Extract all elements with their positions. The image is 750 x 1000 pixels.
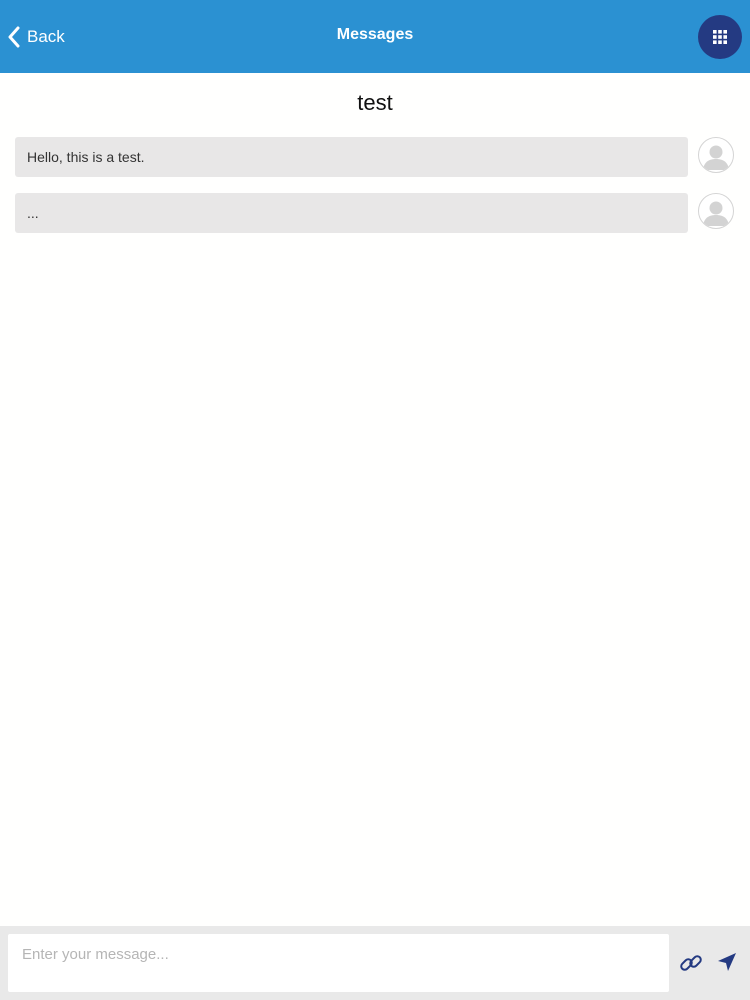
message-input[interactable] [8,934,669,992]
message-row: Hello, this is a test. [0,137,750,179]
send-icon [718,953,736,971]
grid-icon [713,30,727,44]
send-button[interactable] [716,951,738,973]
user-avatar-icon [698,137,734,173]
link-icon [680,955,702,971]
page-title: Messages [336,26,414,43]
top-bar: Back Messages [0,0,750,73]
conversation-title: test [357,90,393,115]
message-row: ... [0,193,750,235]
message-bubble: ... [15,193,688,233]
apps-menu-button[interactable] [698,15,742,59]
user-avatar-icon [698,193,734,229]
message-bubble: Hello, this is a test. [15,137,688,177]
composer-bar [0,926,750,1000]
attach-button[interactable] [678,950,704,976]
